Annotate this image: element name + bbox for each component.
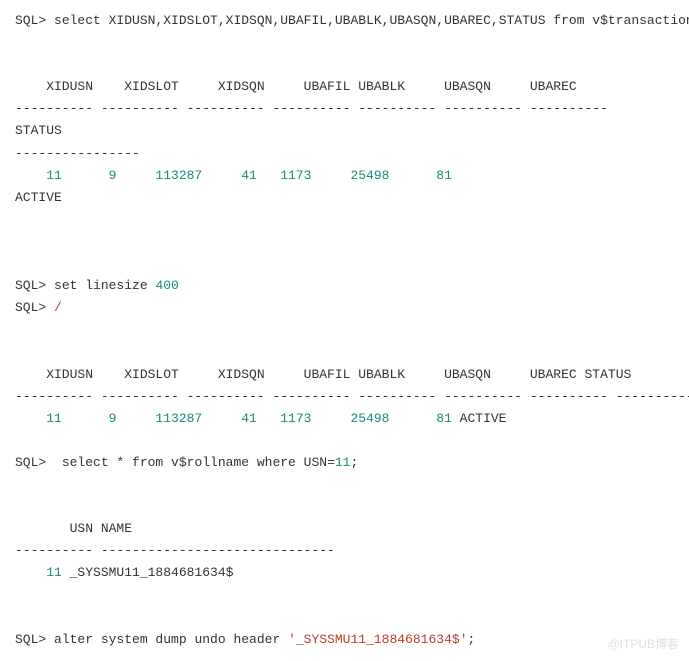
linesize-value: 400 [155,278,178,293]
result-status: ACTIVE [15,190,62,205]
result-row-values: 11 9 113287 41 1173 25498 81 [15,168,452,183]
column-headers-2: STATUS [15,123,62,138]
sql-command: select XIDUSN,XIDSLOT,XIDSQN,UBAFIL,UBAB… [46,13,689,28]
column-headers-1: XIDUSN XIDSLOT XIDSQN UBAFIL UBABLK UBAS… [15,79,577,94]
sql-command: alter system dump undo header [46,632,288,647]
separator: ---------------- [15,146,140,161]
query-1: SQL> select XIDUSN,XIDSLOT,XIDSQN,UBAFIL… [15,10,674,651]
undo-header-name: '_SYSSMU11_1884681634$' [288,632,467,647]
separator: ---------- ---------- ---------- -------… [15,389,689,404]
sql-prompt: SQL> [15,455,46,470]
sql-prompt: SQL> [15,13,46,28]
sql-prompt: SQL> [15,278,46,293]
usn-value: 11 [335,455,351,470]
sql-prompt: SQL> [15,632,46,647]
result-row-values: 11 9 113287 41 1173 25498 81 [15,411,452,426]
separator: ---------- -----------------------------… [15,543,335,558]
sql-command: select * from v$rollname where USN= [46,455,335,470]
result-status: ACTIVE [452,411,507,426]
column-headers: USN NAME [15,521,132,536]
result-usn: 11 [15,565,62,580]
sql-prompt: SQL> [15,300,46,315]
result-name: _SYSSMU11_1884681634$ [62,565,234,580]
separator: ---------- ---------- ---------- -------… [15,101,608,116]
sql-rerun-slash: / [46,300,62,315]
column-headers: XIDUSN XIDSLOT XIDSQN UBAFIL UBABLK UBAS… [15,367,631,382]
watermark: @ITPUB博客 [607,634,679,654]
sql-command: set linesize [46,278,155,293]
